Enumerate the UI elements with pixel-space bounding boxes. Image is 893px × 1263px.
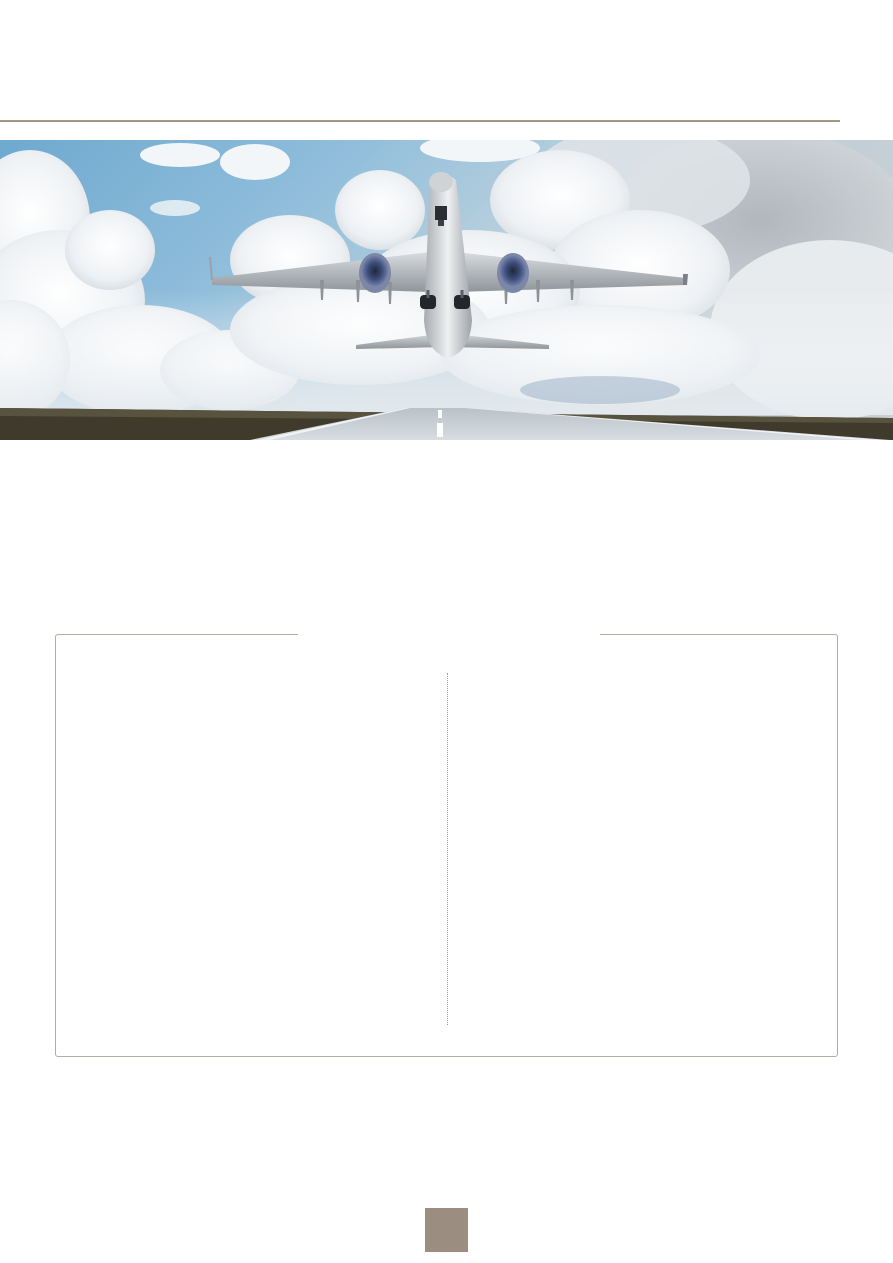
content-panel [55, 632, 838, 1057]
column-divider [447, 673, 448, 1025]
airplane-runway-photo [0, 140, 893, 440]
header-rule [0, 120, 840, 122]
page-number-box [425, 1208, 468, 1252]
hero-image [0, 140, 893, 440]
panel-title-gap [298, 632, 600, 638]
